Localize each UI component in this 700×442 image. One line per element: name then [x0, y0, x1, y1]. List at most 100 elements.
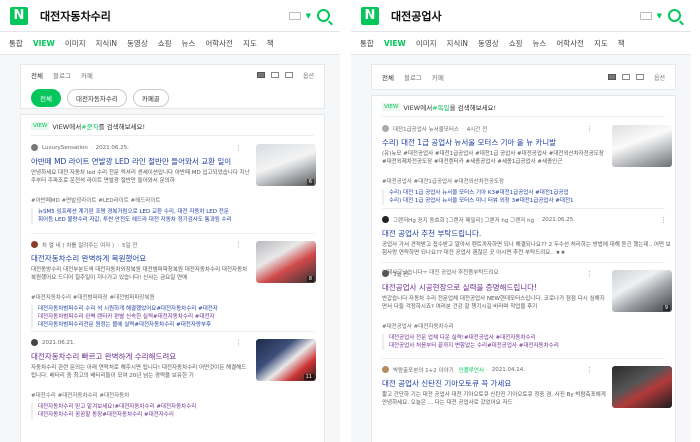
- more-icon[interactable]: ⋮: [235, 241, 242, 249]
- related-link[interactable]: 대전자동차범퍼수리 수리 석 시원하게 해결했었어요#대전자동차수리 #대전자: [38, 305, 251, 313]
- related-link[interactable]: 대전자동차수리 믿고 맡겨보세요!#대전자동차수리 #대전자동차수리: [38, 403, 251, 411]
- chip-keyword-1[interactable]: 대전자동차수리: [66, 89, 127, 107]
- tab-news[interactable]: 뉴스: [182, 38, 196, 49]
- naver-logo[interactable]: N: [361, 6, 379, 25]
- chip-all[interactable]: 전체: [31, 89, 61, 107]
- tab-video[interactable]: 동영상: [478, 38, 499, 49]
- related-link[interactable]: 수리) 대전 1급 공업사 뉴서울 모터스 기아 K3#대전1급공업사 #대전1…: [389, 189, 607, 197]
- tab-kin[interactable]: 지식iN: [447, 38, 469, 49]
- post-title[interactable]: 대전 공업사 추천 부탁드립니다.: [382, 228, 672, 239]
- chip-keyword-2[interactable]: 카페골: [132, 89, 169, 107]
- compact-view-icon[interactable]: [635, 74, 644, 80]
- post-snippet[interactable]: 자동차수리 관련 문의는 아래 연락처로 해주시면 됩니다! 대전자동차수리 어…: [31, 364, 251, 388]
- avatar[interactable]: [382, 125, 389, 132]
- avatar[interactable]: [31, 339, 38, 346]
- naver-logo[interactable]: N: [10, 6, 28, 25]
- post-snippet[interactable]: 안녕하세요 대전 자동차 led 수리 전문 럭셔리 센세이션입니다 아반떼 M…: [31, 169, 251, 193]
- post-author[interactable]: LuxurySensation: [42, 145, 88, 151]
- tab-books[interactable]: 책: [267, 38, 274, 49]
- keyboard-icon[interactable]: [639, 11, 652, 20]
- post-title[interactable]: 아반떼 MD 라이트 면발광 LED 라인 절반만 들어와서 교환 일이: [31, 156, 251, 167]
- post-title[interactable]: 대전자동차수리 빠르고 완벽하게 수리해드려요: [31, 351, 251, 362]
- search-icon[interactable]: [668, 9, 681, 22]
- post-author[interactable]: 박람출포본의 1+2 이야기: [393, 366, 454, 374]
- list-view-icon[interactable]: [607, 74, 616, 80]
- related-link[interactable]: 대전자동차수리 꼼꼼할 동장#대전자동차수리 #대전자수리: [38, 411, 251, 419]
- post-snippet[interactable]: 반갑습니다 자동차 수리 전문업체 대전공업사 NEW현대모터스입니다. 코로나…: [382, 295, 607, 319]
- avatar[interactable]: [31, 144, 38, 151]
- post-snippet[interactable]: 짧고 간단하 기는 대전 공업사 대전 기아오토큐 신탄진 기아오토큐 정중 겸…: [382, 391, 607, 415]
- tab-kin[interactable]: 지식iN: [96, 38, 118, 49]
- filter-all[interactable]: 전체: [31, 70, 43, 80]
- post-title[interactable]: 대전자동차수리 완벽하게 복원했어요: [31, 253, 251, 264]
- thumbnail[interactable]: 9: [612, 270, 672, 312]
- related-link[interactable]: 대전공업사 처음부터 끝까지 변함없는 수리#대전공업사 #대전자동차수리: [389, 342, 607, 350]
- tab-dictionary[interactable]: 어학사전: [205, 38, 233, 49]
- more-icon[interactable]: ⋮: [235, 144, 242, 152]
- chevron-down-icon[interactable]: ▼: [657, 12, 662, 20]
- tab-video[interactable]: 동영상: [127, 38, 148, 49]
- post-tags[interactable]: #대전수리 #대전자동차수리 #대전자동차: [31, 391, 251, 399]
- filter-all[interactable]: 전체: [382, 72, 394, 82]
- search-query[interactable]: 대전공업사: [391, 8, 640, 24]
- thumbnail[interactable]: 11: [256, 339, 316, 381]
- tab-map[interactable]: 지도: [243, 38, 257, 49]
- filter-cafe[interactable]: 카페: [432, 72, 444, 82]
- options-button[interactable]: 옵션: [654, 73, 665, 82]
- options-button[interactable]: 옵션: [303, 71, 314, 80]
- tab-dictionary[interactable]: 어학사전: [556, 38, 584, 49]
- post-snippet[interactable]: (유)뉴모 #대전공업사 #대전1급공업사 #대전1급 공업사 #대전공업사 #…: [382, 150, 607, 174]
- tab-images[interactable]: 이미지: [65, 38, 86, 49]
- more-icon[interactable]: ⋮: [586, 366, 593, 374]
- more-icon[interactable]: ⋮: [660, 216, 667, 224]
- keyboard-icon[interactable]: [288, 11, 301, 20]
- post-tags[interactable]: #대전자동차수리 #대전범퍼파장 #대전범퍼파장복원: [31, 293, 251, 301]
- filter-blog[interactable]: 블로그: [53, 70, 71, 80]
- avatar[interactable]: [31, 241, 38, 248]
- related-link[interactable]: 수리) 대전 1급 공업사 뉴서울 모터스 미니 터뷰 외장 3#대전1급공업사…: [389, 197, 607, 205]
- thumbnail[interactable]: [612, 125, 672, 167]
- tab-view[interactable]: VIEW: [384, 39, 406, 48]
- tab-shopping[interactable]: 쇼핑: [158, 38, 172, 49]
- post-tags[interactable]: #대전공업사 #대전자동차수리: [382, 322, 607, 330]
- thumbnail[interactable]: 6: [256, 144, 316, 186]
- tab-all[interactable]: 통합: [360, 38, 374, 49]
- post-author[interactable]: 대전1급공업사 뉴서울모터스: [393, 125, 459, 133]
- post-title[interactable]: 대전공업사 시공현장으로 실력을 증명해드립니다!: [382, 282, 607, 293]
- post-tags[interactable]: #대전공업사 #대전1급공업사 #대전외산차전공도장: [382, 177, 607, 185]
- list-view-icon[interactable]: [256, 72, 265, 78]
- post-tags[interactable]: #아반떼MD #면발광라이트 #LED라이트 #헤드라이트: [31, 196, 251, 204]
- more-icon[interactable]: ⋮: [586, 125, 593, 133]
- search-query[interactable]: 대전자동차수리: [40, 8, 289, 24]
- tab-images[interactable]: 이미지: [416, 38, 437, 49]
- tab-shopping[interactable]: 쇼핑: [509, 38, 523, 49]
- more-icon[interactable]: ⋮: [235, 339, 242, 347]
- thumbnail[interactable]: 8: [256, 241, 316, 283]
- tab-map[interactable]: 지도: [594, 38, 608, 49]
- avatar[interactable]: [382, 366, 389, 373]
- related-link[interactable]: 휘어등 LED 불량수리 자값, 투싼 안전도 헤드라 대전 자동차 정기검사도…: [38, 216, 251, 224]
- image-view-icon[interactable]: [621, 74, 630, 80]
- thumbnail[interactable]: [612, 366, 672, 408]
- tab-view[interactable]: VIEW: [33, 39, 55, 48]
- filter-cafe[interactable]: 카페: [81, 70, 93, 80]
- related-link[interactable]: 대전자동차범퍼수리 완벽 렌터카 판별 신속한 실력#대전자동차수리 #대전자: [38, 313, 251, 321]
- post-snippet[interactable]: 대전동방수리 대전부분도색 대전자동차외장복원 대전범퍼파장복원 대전자동차수리…: [31, 266, 251, 290]
- filter-blog[interactable]: 블로그: [404, 72, 422, 82]
- compact-view-icon[interactable]: [284, 72, 293, 78]
- related-link[interactable]: 대전자동차범퍼수리전문 원정는 볼에 실력#대전자동차수리 #대전자량부후: [38, 321, 251, 329]
- hint-keyword[interactable]: #독일: [432, 102, 449, 112]
- post-title[interactable]: 대전 공업사 신탄진 기아오토큐 꼭 가세요: [382, 378, 607, 389]
- post-title[interactable]: 수리) 대전 1급 공업사 뉴서울 모터스 기아 올 뉴 카니발: [382, 137, 607, 148]
- hint-keyword[interactable]: #쿤자: [81, 121, 98, 131]
- image-view-icon[interactable]: [270, 72, 279, 78]
- related-link[interactable]: 대전공업사 전문 업체 다운 실력!#대전공업사 #대전자동차수리: [389, 334, 607, 342]
- avatar[interactable]: [382, 216, 389, 223]
- tab-news[interactable]: 뉴스: [533, 38, 547, 49]
- more-icon[interactable]: ⋮: [586, 270, 593, 278]
- post-author[interactable]: 그랜저Hg 꽁지 동호회 [그랜저 패밀리] 그랜저 hg 그랜저 hg: [393, 216, 534, 224]
- search-icon[interactable]: [317, 9, 330, 22]
- chevron-down-icon[interactable]: ▼: [306, 12, 311, 20]
- post-author[interactable]: 차 열 네 ( 차를 알려주는 여자 ): [42, 241, 114, 249]
- tab-books[interactable]: 책: [618, 38, 625, 49]
